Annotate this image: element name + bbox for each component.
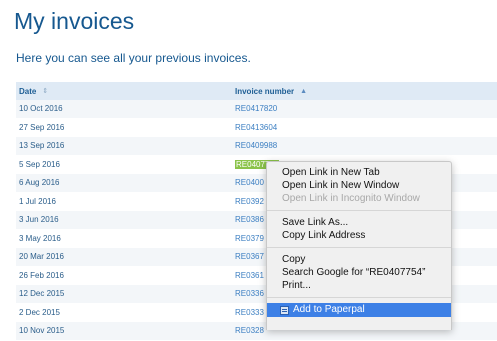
invoice-link[interactable]: RE0379 <box>235 234 264 243</box>
invoice-link[interactable]: RE0361 <box>235 271 264 280</box>
invoice-link[interactable]: RE0367 <box>235 252 264 261</box>
invoice-date: 3 Jun 2016 <box>19 215 59 225</box>
menu-item-open-new-window[interactable]: Open Link in New Window <box>267 179 451 192</box>
table-row: 13 Sep 2016 RE0409988 <box>16 137 497 156</box>
invoice-number-column-label: Invoice number <box>235 86 295 96</box>
menu-divider <box>267 247 451 248</box>
menu-item-open-incognito: Open Link in Incognito Window <box>282 193 420 204</box>
date-column-label: Date <box>19 86 37 96</box>
invoice-link[interactable]: RE0333 <box>235 308 264 317</box>
invoice-link[interactable]: RE0336 <box>235 289 264 298</box>
menu-item-print[interactable]: Print... <box>267 279 451 292</box>
menu-item-add-to-paperpal[interactable]: Add to Paperpal <box>267 303 451 317</box>
sort-icon: ⇕ <box>42 88 49 95</box>
invoice-date: 1 Jul 2016 <box>19 196 56 206</box>
sort-ascending-icon: ▲ <box>300 87 308 95</box>
table-header: Date ⇕ Invoice number ▲ <box>16 82 497 100</box>
invoice-link[interactable]: RE0409988 <box>235 141 277 150</box>
paperpal-extension-icon <box>280 305 289 315</box>
menu-item-copy[interactable]: Copy <box>267 253 451 266</box>
page-intro: Here you can see all your previous invoi… <box>16 51 251 65</box>
invoice-link[interactable]: RE0392 <box>235 197 264 206</box>
menu-divider <box>267 210 451 211</box>
menu-divider <box>267 297 451 298</box>
menu-item-add-to-paperpal-label: Add to Paperpal <box>293 304 365 315</box>
date-column-header[interactable]: Date ⇕ <box>16 87 234 96</box>
page-title: My invoices <box>14 8 135 34</box>
invoice-date: 26 Feb 2016 <box>19 270 64 280</box>
table-row: 27 Sep 2016 RE0413604 <box>16 118 497 137</box>
invoice-link[interactable]: RE0328 <box>235 326 264 335</box>
invoice-date: 20 Mar 2016 <box>19 252 64 262</box>
menu-item-search-google[interactable]: Search Google for “RE0407754” <box>267 266 451 279</box>
invoice-link[interactable]: RE0413604 <box>235 123 277 132</box>
menu-item-open-new-tab[interactable]: Open Link in New Tab <box>267 166 451 179</box>
invoice-date: 10 Oct 2016 <box>19 104 63 114</box>
invoice-date: 27 Sep 2016 <box>19 122 65 132</box>
table-row: 10 Oct 2016 RE0417820 <box>16 100 497 119</box>
menu-item-save-link[interactable]: Save Link As... <box>267 216 451 229</box>
menu-item-copy-link[interactable]: Copy Link Address <box>267 229 451 242</box>
invoice-date: 13 Sep 2016 <box>19 141 65 151</box>
invoice-date: 6 Aug 2016 <box>19 178 60 188</box>
invoice-link[interactable]: RE0400 <box>235 178 264 187</box>
invoice-link[interactable]: RE0386 <box>235 215 264 224</box>
context-menu: Open Link in New Tab Open Link in New Wi… <box>266 161 452 330</box>
invoice-date: 12 Dec 2015 <box>19 289 65 299</box>
invoice-date: 5 Sep 2016 <box>19 159 60 169</box>
invoice-date: 3 May 2016 <box>19 233 61 243</box>
invoice-number-column-header[interactable]: Invoice number ▲ <box>234 87 497 96</box>
invoice-date: 10 Nov 2015 <box>19 326 65 336</box>
invoice-link[interactable]: RE0417820 <box>235 104 277 113</box>
invoice-date: 2 Dec 2015 <box>19 307 60 317</box>
